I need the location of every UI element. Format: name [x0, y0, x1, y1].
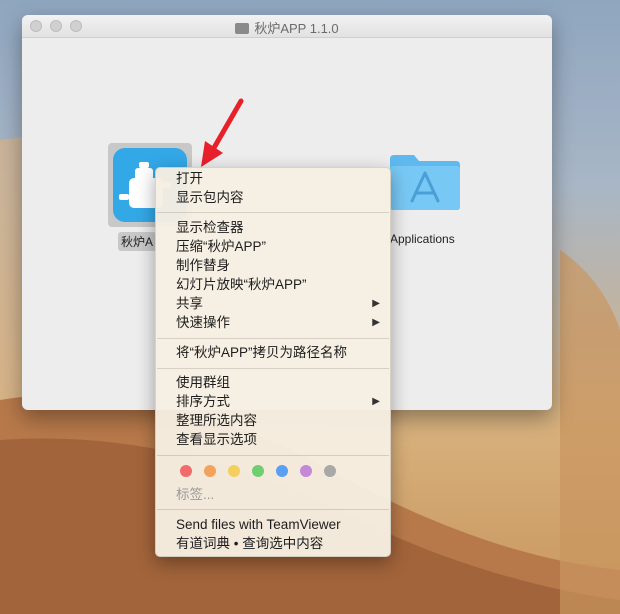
menu-item-share[interactable]: 共享 ▶: [176, 294, 380, 313]
menu-item-slideshow[interactable]: 幻灯片放映“秋炉APP”: [176, 275, 380, 294]
tag-dot-red[interactable]: [180, 465, 192, 477]
menu-item-sort-by-label: 排序方式: [176, 394, 230, 409]
menu-separator: [157, 368, 389, 369]
submenu-arrow-icon: ▶: [372, 317, 380, 328]
tag-dot-green[interactable]: [252, 465, 264, 477]
submenu-arrow-icon: ▶: [372, 298, 380, 309]
menu-item-quick-actions-label: 快速操作: [176, 315, 230, 330]
red-arrow-annotation: [201, 98, 244, 167]
tag-dot-orange[interactable]: [204, 465, 216, 477]
menu-separator: [157, 509, 389, 510]
menu-separator: [157, 455, 389, 456]
submenu-arrow-icon: ▶: [372, 396, 380, 407]
menu-separator: [157, 338, 389, 339]
menu-item-copy-path[interactable]: 将“秋炉APP”拷贝为路径名称: [176, 343, 380, 362]
title-bar[interactable]: 秋炉APP 1.1.0: [22, 15, 552, 38]
menu-item-open[interactable]: 打开: [176, 169, 380, 188]
tag-dot-purple[interactable]: [300, 465, 312, 477]
menu-item-quick-actions[interactable]: 快速操作 ▶: [176, 313, 380, 332]
menu-item-clean-up[interactable]: 整理所选内容: [176, 411, 380, 430]
menu-item-use-groups[interactable]: 使用群组: [176, 373, 380, 392]
menu-item-show-package-contents[interactable]: 显示包内容: [176, 188, 380, 207]
menu-item-show-inspector[interactable]: 显示检查器: [176, 218, 380, 237]
window-title-text: 秋炉APP 1.1.0: [254, 21, 339, 36]
window-title: 秋炉APP 1.1.0: [22, 18, 552, 37]
menu-item-compress[interactable]: 压缩“秋炉APP”: [176, 237, 380, 256]
applications-folder-icon[interactable]: [388, 153, 462, 211]
menu-item-tags[interactable]: 标签...: [176, 485, 380, 504]
tag-dot-blue[interactable]: [276, 465, 288, 477]
disk-image-icon: [235, 23, 250, 34]
context-menu: 打开 显示包内容 显示检查器 压缩“秋炉APP” 制作替身 幻灯片放映“秋炉AP…: [155, 167, 391, 557]
menu-item-make-alias[interactable]: 制作替身: [176, 256, 380, 275]
tag-dot-gray[interactable]: [324, 465, 336, 477]
menu-item-view-options[interactable]: 查看显示选项: [176, 430, 380, 449]
menu-item-youdao-lookup[interactable]: 有道词典 • 查询选中内容: [176, 534, 380, 553]
menu-item-share-label: 共享: [176, 296, 203, 311]
menu-separator: [157, 212, 389, 213]
tag-dot-yellow[interactable]: [228, 465, 240, 477]
menu-item-send-teamviewer[interactable]: Send files with TeamViewer: [176, 515, 380, 534]
applications-label[interactable]: Applications: [390, 232, 455, 246]
menu-item-sort-by[interactable]: 排序方式 ▶: [176, 392, 380, 411]
app-item-label[interactable]: 秋炉A: [118, 232, 157, 251]
